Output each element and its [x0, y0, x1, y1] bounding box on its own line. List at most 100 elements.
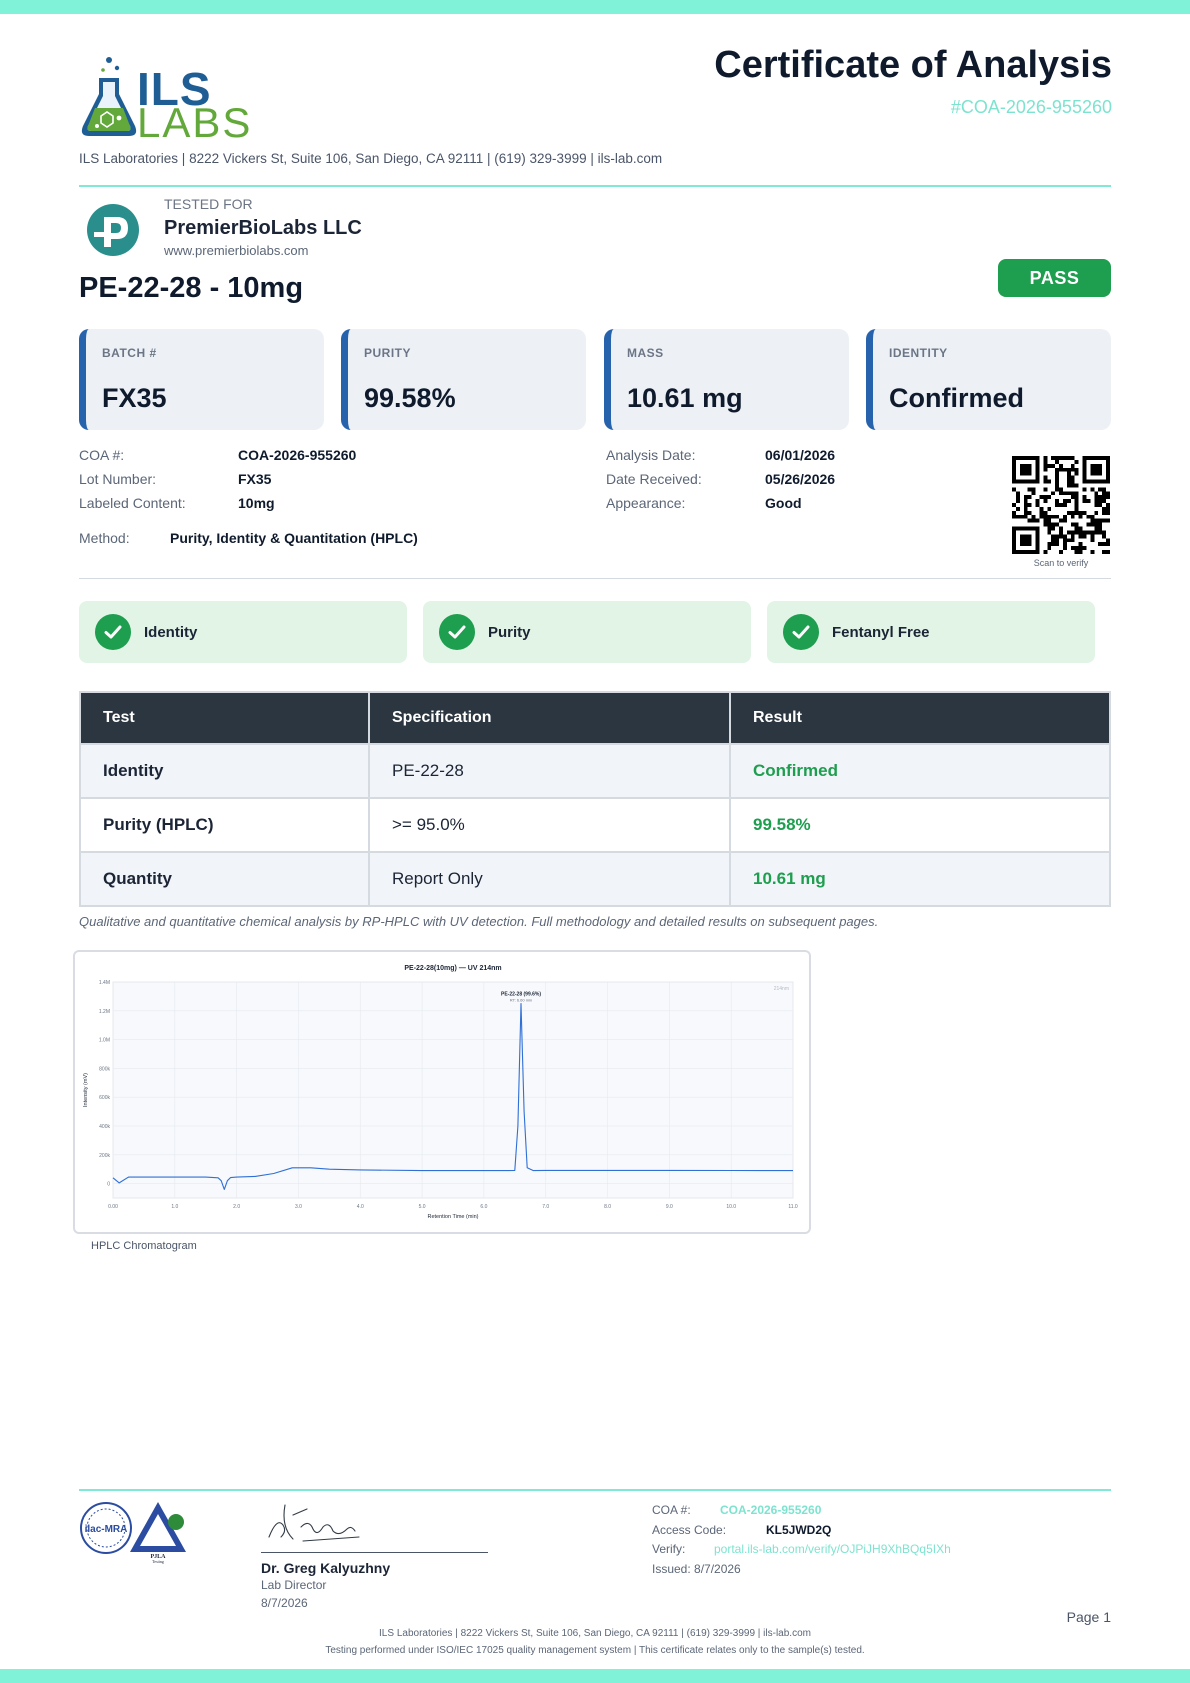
meta-key-appearance: Appearance: — [606, 495, 686, 511]
meta-key-date-received: Date Received: — [606, 471, 702, 487]
stat-label: PURITY — [364, 346, 412, 360]
x-tick-label: 11.0 — [788, 1204, 798, 1210]
peak-retention-label: RT: 6.60 min — [510, 998, 532, 1003]
x-tick-label: 0.00 — [108, 1204, 118, 1210]
y-axis-label: Intensity (mV) — [83, 1073, 89, 1107]
product-name: PE-22-28 - 10mg — [79, 272, 304, 304]
accreditation-seals: ilac-MRA PJLA Testing — [80, 1502, 186, 1564]
x-tick-label: 1.0 — [171, 1204, 178, 1210]
ils-labs-logo: ILS LABS — [79, 56, 259, 144]
stat-label: BATCH # — [102, 346, 157, 360]
stat-card-identity: IDENTITY Confirmed — [866, 329, 1111, 430]
signature-image — [268, 1504, 360, 1542]
y-tick-label: 1.2M — [99, 1009, 110, 1015]
meta-key-analysis-date: Analysis Date: — [606, 447, 696, 463]
y-tick-label: 1.4M — [99, 980, 110, 986]
chromatogram-svg: 0.00 1.0 2.0 3.0 4.0 5.0 6.0 7.0 8.0 9.0 10.0 11.0 0… — [83, 965, 798, 1220]
stat-value: FX35 — [102, 383, 167, 413]
plot-area — [112, 981, 794, 1199]
table-row: Quantity Report Only 10.61 mg — [79, 851, 1111, 907]
stat-card-mass: MASS 10.61 mg — [604, 329, 849, 430]
verify-url-link[interactable]: portal.ils-lab.com/verify/OJPiJH9XhBQq5I… — [714, 1542, 951, 1556]
signatory-role: Lab Director — [261, 1578, 327, 1592]
check-label: Identity — [144, 624, 198, 641]
table-row: Identity PE-22-28 Confirmed — [79, 743, 1111, 799]
y-tick-label: 200k — [99, 1153, 110, 1159]
qr-caption: Scan to verify — [1033, 558, 1089, 568]
method-key: Method: — [79, 530, 130, 546]
stat-value: Confirmed — [889, 383, 1024, 413]
x-tick-label: 9.0 — [666, 1204, 673, 1210]
cell-result: 99.58% — [729, 797, 1111, 853]
meta-key-lot: Lot Number: — [79, 471, 157, 487]
method-value: Purity, Identity & Quantitation (HPLC) — [170, 530, 418, 546]
y-tick-label: 0 — [107, 1182, 110, 1188]
signatory-name: Dr. Greg Kalyuzhny — [261, 1560, 391, 1576]
client-logo-icon — [87, 204, 139, 256]
verify-url-key: Verify: — [652, 1542, 686, 1556]
top-accent-band — [0, 0, 1190, 14]
page-number: Page 1 — [1066, 1609, 1111, 1625]
stat-value: 99.58% — [364, 383, 456, 413]
tested-for-label: TESTED FOR — [164, 196, 253, 212]
pjla-seal: PJLA Testing — [130, 1502, 186, 1564]
signature-date: 8/7/2026 — [261, 1596, 308, 1610]
access-code-value: KL5JWD2Q — [766, 1523, 832, 1537]
x-tick-label: 10.0 — [726, 1204, 736, 1210]
column-header-specification: Specification — [368, 691, 731, 745]
meta-value-coa: COA-2026-955260 — [238, 447, 357, 463]
checkmark-icon — [783, 614, 819, 650]
meta-value-appearance: Good — [765, 495, 802, 511]
header-divider — [79, 185, 1111, 187]
access-code-key: Access Code: — [652, 1523, 727, 1537]
qr-code[interactable] — [1012, 456, 1110, 554]
cell-result: 10.61 mg — [729, 851, 1111, 907]
check-card-identity: Identity — [79, 601, 407, 663]
cell-test: Purity (HPLC) — [79, 797, 370, 853]
x-tick-label: 3.0 — [295, 1204, 302, 1210]
meta-value-analysis-date: 06/01/2026 — [765, 447, 836, 463]
meta-value-lot: FX35 — [238, 471, 272, 487]
issued-date: Issued: 8/7/2026 — [652, 1562, 741, 1576]
lab-contact-line: ILS Laboratories | 8222 Vickers St, Suit… — [79, 151, 663, 166]
ilac-seal-text: ilac-MRA — [85, 1524, 128, 1535]
stat-value: 10.61 mg — [627, 383, 743, 413]
chromatogram-chart: 0.00 1.0 2.0 3.0 4.0 5.0 6.0 7.0 8.0 9.0 10.0 11.0 0… — [73, 950, 811, 1234]
footer-divider — [79, 1489, 1111, 1491]
cell-result: Confirmed — [729, 743, 1111, 799]
cell-test: Quantity — [79, 851, 370, 907]
column-header-test: Test — [79, 691, 370, 745]
meta-key-content: Labeled Content: — [79, 495, 186, 511]
stat-card-purity: PURITY 99.58% — [341, 329, 586, 430]
chart-caption: HPLC Chromatogram — [91, 1240, 197, 1252]
flask-icon — [81, 57, 137, 136]
section-divider — [79, 578, 1111, 579]
table-header-row: Test Specification Result — [79, 691, 1111, 745]
signature-line — [261, 1552, 488, 1553]
stat-card-batch: BATCH # FX35 — [79, 329, 324, 430]
checkmark-icon — [95, 614, 131, 650]
column-header-result: Result — [729, 691, 1111, 745]
y-tick-label: 800k — [99, 1066, 110, 1072]
results-table: Test Specification Result Identity PE-22… — [79, 691, 1111, 907]
cell-spec: PE-22-28 — [368, 743, 731, 799]
client-website[interactable]: www.premierbiolabs.com — [164, 243, 309, 258]
verify-coa-key: COA #: — [652, 1503, 691, 1517]
logo-labs-text: LABS — [137, 99, 253, 146]
y-tick-label: 1.0M — [99, 1038, 110, 1044]
verify-coa-value: COA-2026-955260 — [720, 1503, 822, 1517]
x-axis-label: Retention Time (min) — [427, 1214, 478, 1220]
y-tick-label: 600k — [99, 1095, 110, 1101]
x-tick-label: 5.0 — [419, 1204, 426, 1210]
x-tick-label: 7.0 — [542, 1204, 549, 1210]
check-label: Purity — [488, 624, 531, 641]
cell-test: Identity — [79, 743, 370, 799]
coa-number-header: #COA-2026-955260 — [950, 97, 1112, 117]
bottom-accent-band — [0, 1669, 1190, 1683]
x-tick-label: 4.0 — [357, 1204, 364, 1210]
methodology-note: Qualitative and quantitative chemical an… — [79, 914, 879, 929]
pjla-seal-subtext: Testing — [152, 1559, 164, 1564]
x-tick-label: 8.0 — [604, 1204, 611, 1210]
client-name: PremierBioLabs LLC — [164, 217, 362, 239]
document-title: Certificate of Analysis — [714, 44, 1112, 86]
